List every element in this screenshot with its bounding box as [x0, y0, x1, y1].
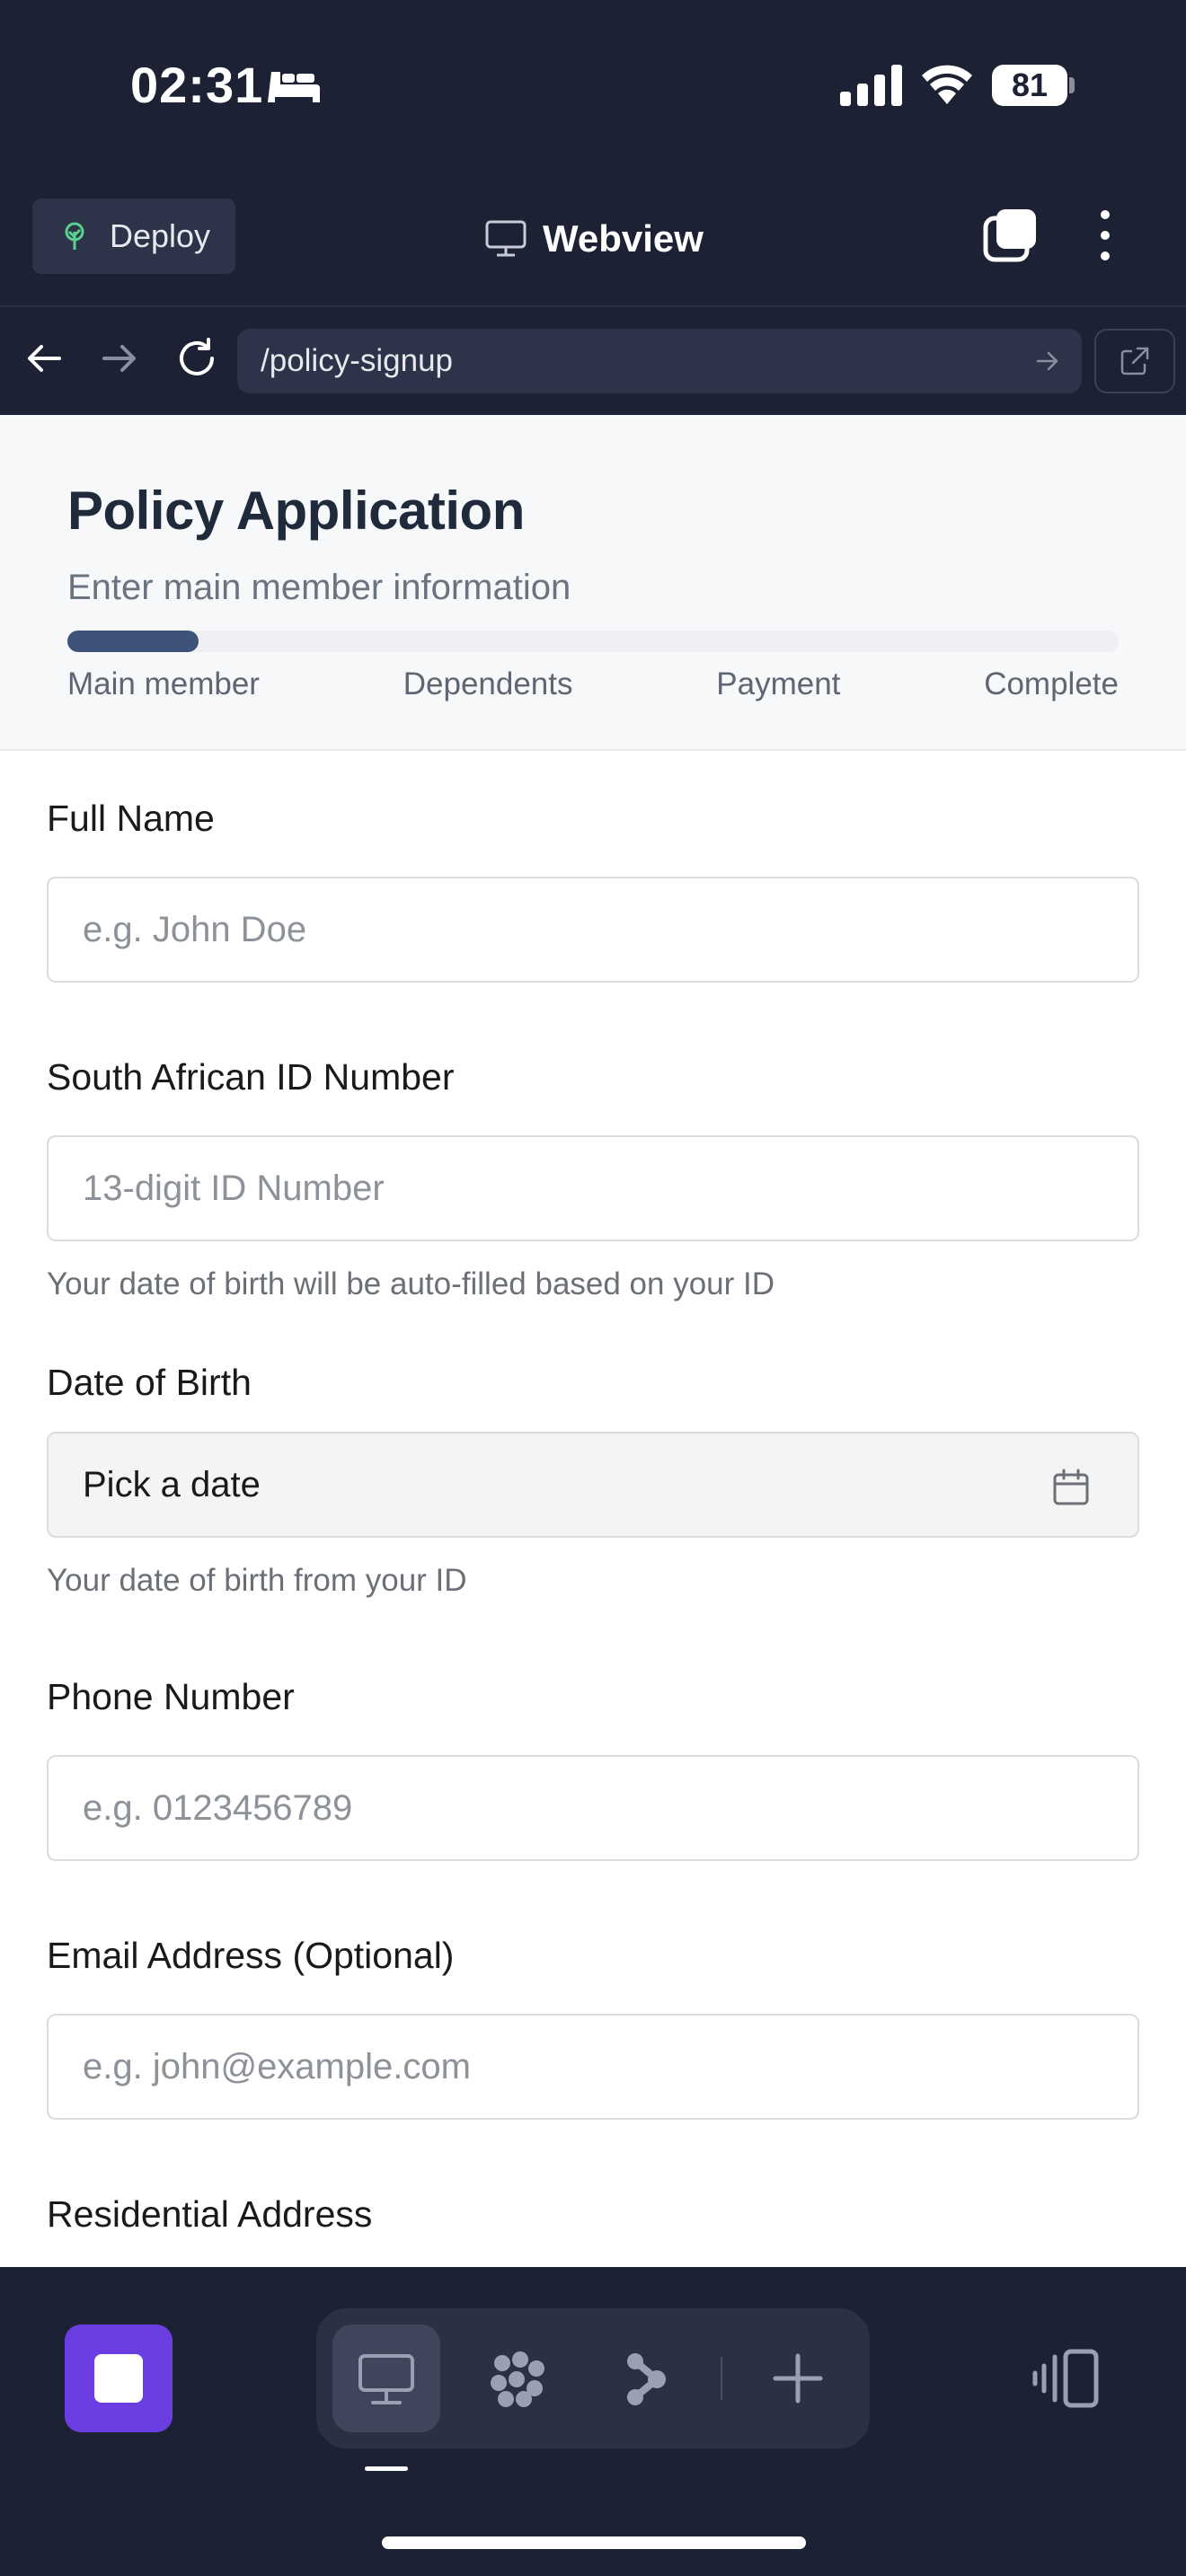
tree-icon: [65, 222, 84, 250]
webview-title[interactable]: Webview: [485, 214, 704, 264]
webview-content: Policy Application Enter main member inf…: [0, 415, 1186, 2267]
phone-input[interactable]: e.g. 0123456789: [47, 1755, 1139, 1861]
plus-icon: [773, 2353, 823, 2404]
full-name-label: Full Name: [47, 798, 215, 839]
progress-bar: [67, 631, 1119, 652]
open-external-button[interactable]: [1094, 329, 1175, 393]
email-label: Email Address (Optional): [47, 1935, 455, 1976]
page-title: Policy Application: [67, 481, 525, 541]
home-indicator[interactable]: [382, 2536, 806, 2549]
mode-switcher: [316, 2308, 870, 2448]
add-button[interactable]: [744, 2325, 852, 2432]
url-bar: /policy-signup: [0, 305, 1186, 415]
url-text: /policy-signup: [261, 343, 453, 378]
more-icon[interactable]: [1089, 207, 1121, 264]
step-payment: Payment: [716, 666, 841, 701]
url-input[interactable]: /policy-signup: [237, 329, 1082, 393]
page-header: Policy Application Enter main member inf…: [0, 415, 1186, 751]
page-subtitle: Enter main member information: [67, 568, 571, 607]
status-bar: 02:31 81: [0, 0, 1186, 180]
battery-indicator: 81: [992, 65, 1075, 106]
webview-mode-button[interactable]: [332, 2325, 440, 2432]
dob-value: Pick a date: [83, 1464, 261, 1504]
monitor-icon: [358, 2354, 414, 2404]
monitor-icon: [485, 220, 527, 257]
back-icon[interactable]: [25, 340, 63, 377]
full-name-input[interactable]: e.g. John Doe: [47, 877, 1139, 983]
tabs-icon[interactable]: [983, 207, 1039, 262]
address-label: Residential Address: [47, 2193, 373, 2235]
calendar-icon: [1053, 1469, 1089, 1505]
email-placeholder: e.g. john@example.com: [83, 2046, 471, 2086]
id-number-input[interactable]: 13-digit ID Number: [47, 1135, 1139, 1241]
bed-icon: [268, 72, 320, 102]
full-name-placeholder: e.g. John Doe: [83, 909, 307, 949]
reload-icon[interactable]: [174, 336, 219, 381]
app-header: Deploy Webview: [0, 180, 1186, 305]
panel-icon[interactable]: [1031, 2346, 1100, 2411]
battery-level: 81: [992, 65, 1067, 106]
id-number-help: Your date of birth will be auto-filled b…: [47, 1266, 775, 1301]
flow-icon: [627, 2353, 666, 2405]
active-mode-indicator: [365, 2466, 408, 2471]
go-arrow-icon[interactable]: [1035, 348, 1060, 374]
agents-mode-button[interactable]: [464, 2325, 571, 2432]
open-external-icon: [1120, 347, 1149, 375]
phone-label: Phone Number: [47, 1676, 295, 1717]
stop-button[interactable]: [65, 2325, 173, 2432]
mode-divider: [721, 2357, 722, 2400]
progress-fill: [67, 631, 199, 652]
dob-label: Date of Birth: [47, 1362, 252, 1403]
dob-help: Your date of birth from your ID: [47, 1563, 467, 1598]
deploy-button[interactable]: Deploy: [32, 198, 235, 274]
bottom-toolbar: [0, 2267, 1186, 2576]
id-number-label: South African ID Number: [47, 1056, 455, 1098]
deploy-label: Deploy: [110, 217, 211, 254]
forward-icon[interactable]: [101, 340, 138, 377]
step-labels: Main member Dependents Payment Complete: [67, 666, 1119, 702]
phone-placeholder: e.g. 0123456789: [83, 1787, 353, 1828]
signal-icon: [840, 65, 902, 106]
flow-mode-button[interactable]: [591, 2325, 699, 2432]
dob-picker[interactable]: Pick a date: [47, 1432, 1139, 1538]
email-input[interactable]: e.g. john@example.com: [47, 2014, 1139, 2120]
webview-title-label: Webview: [543, 217, 704, 260]
status-time: 02:31: [130, 57, 264, 113]
id-number-placeholder: 13-digit ID Number: [83, 1168, 385, 1208]
step-main-member: Main member: [67, 666, 260, 701]
stop-icon: [94, 2354, 143, 2403]
step-dependents: Dependents: [403, 666, 573, 701]
wifi-icon: [922, 65, 972, 104]
agents-icon: [491, 2351, 544, 2407]
step-complete: Complete: [984, 666, 1119, 701]
